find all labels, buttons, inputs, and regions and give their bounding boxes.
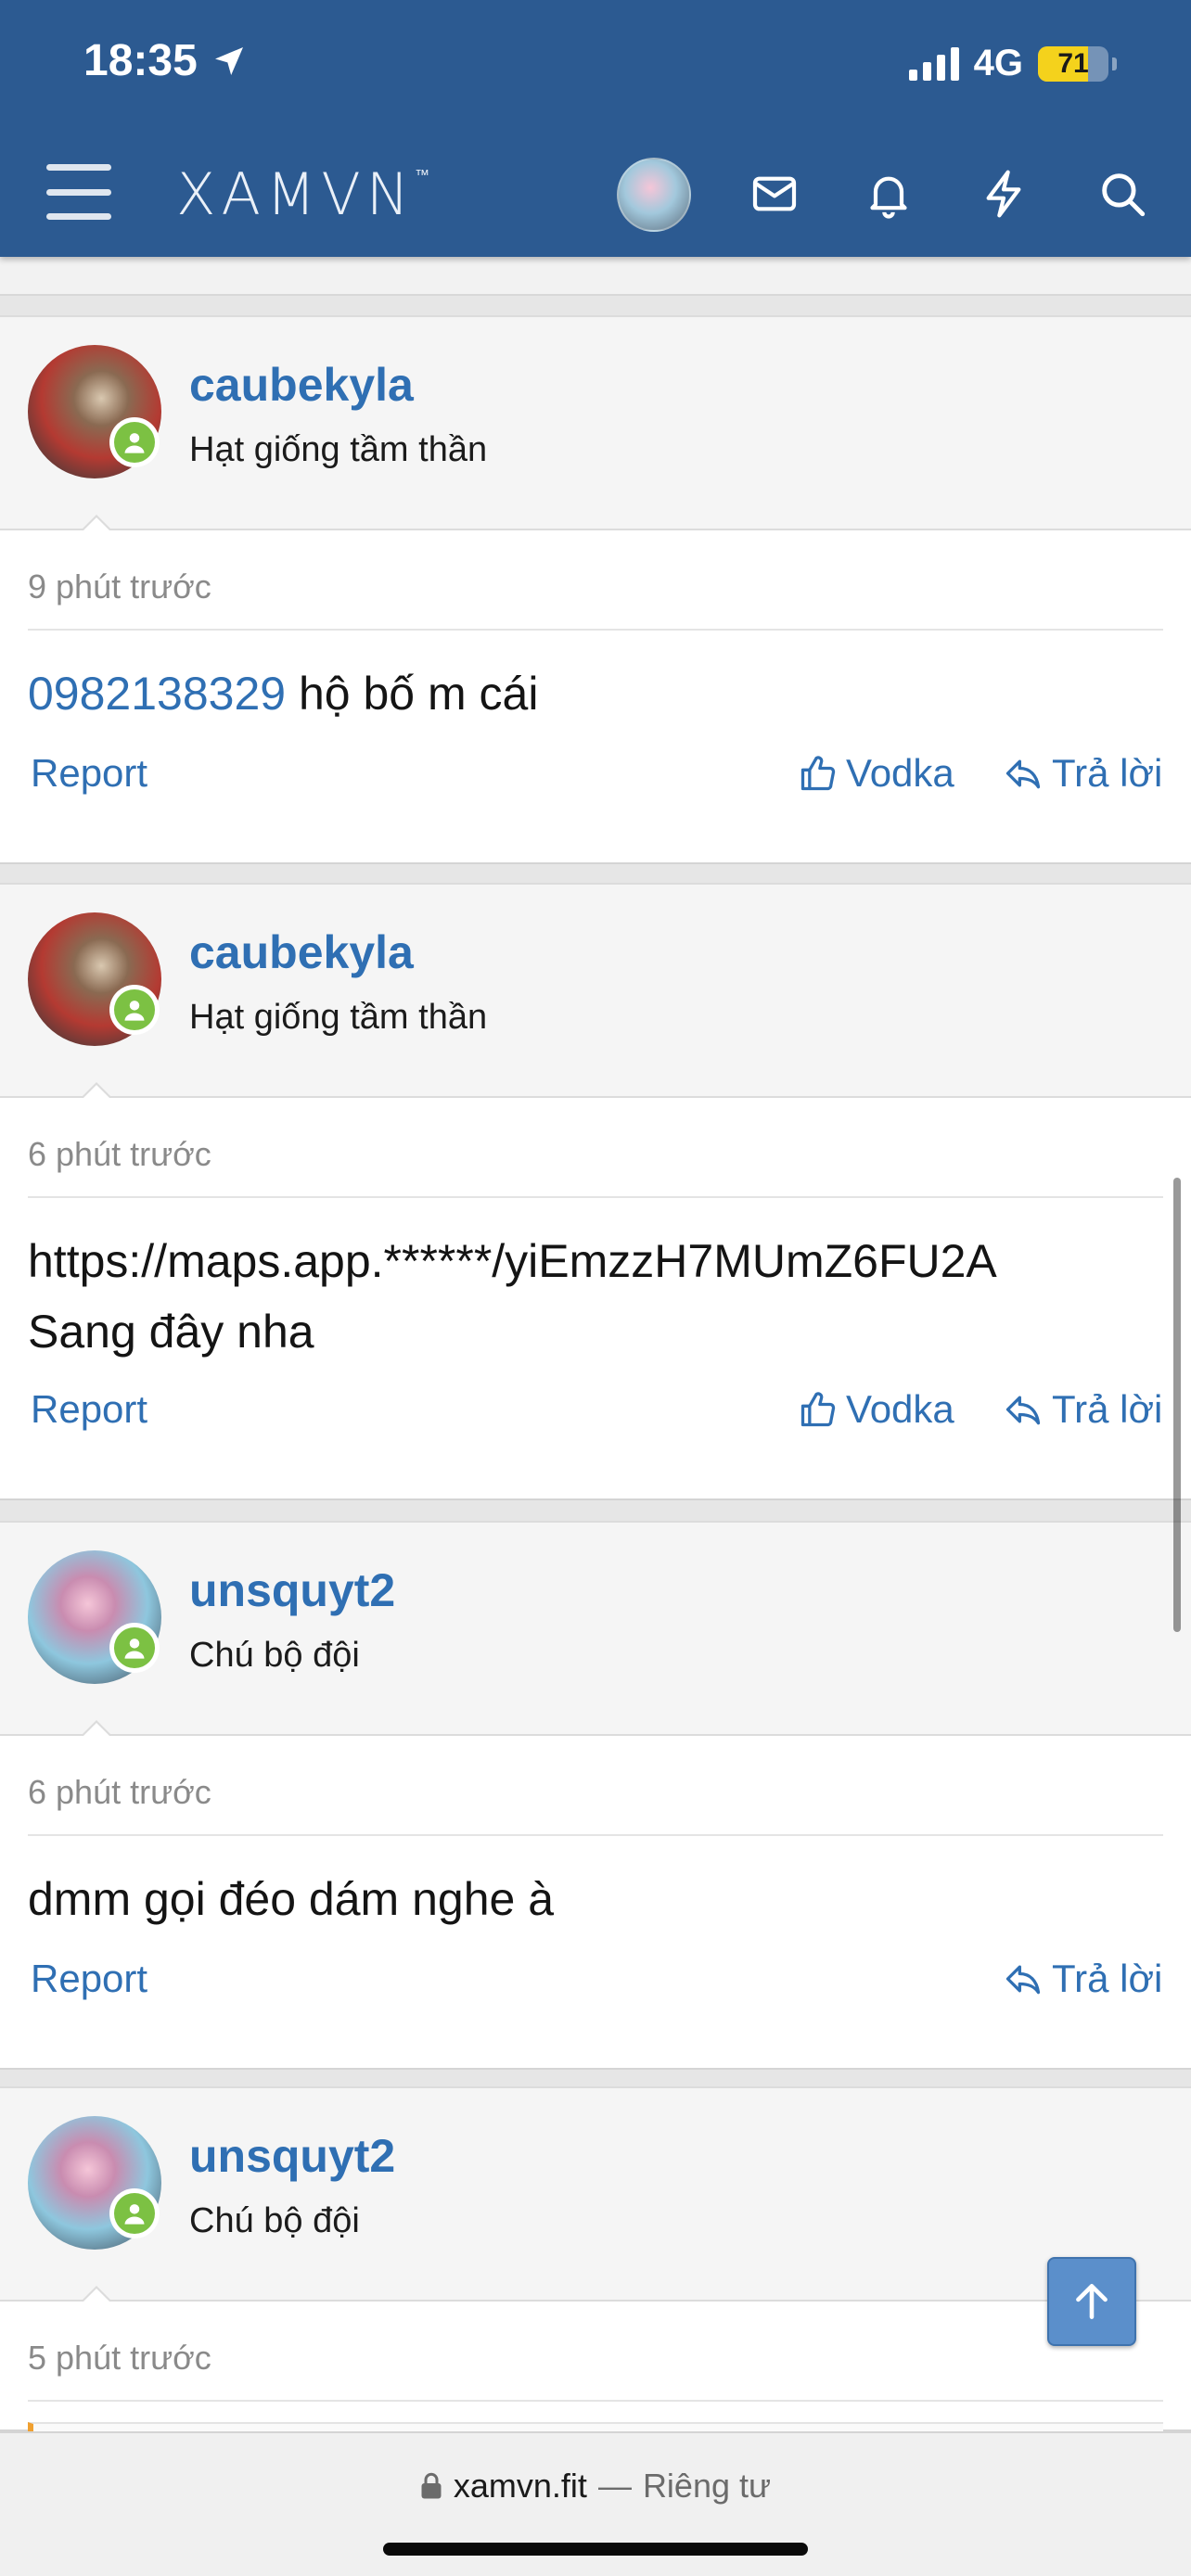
online-indicator xyxy=(109,1623,160,1673)
reply-button[interactable]: Trả lời xyxy=(1002,751,1162,796)
home-indicator[interactable] xyxy=(383,2543,808,2556)
user-icon xyxy=(124,433,145,453)
previous-post-edge xyxy=(0,257,1191,296)
nav-bar: XAMVN™ xyxy=(0,153,1191,236)
post-body: 9 phút trước 0982138329 hộ bố m cái Repo… xyxy=(0,530,1191,864)
search-icon[interactable] xyxy=(1093,164,1152,223)
report-button[interactable]: Report xyxy=(31,1387,147,1432)
status-time: 18:35 xyxy=(83,35,248,86)
reply-label: Trả lời xyxy=(1052,1957,1163,2000)
post-body: 5 phút trước xyxy=(0,2302,1191,2431)
inbox-icon[interactable] xyxy=(745,164,804,223)
reply-button[interactable]: Trả lời xyxy=(1002,1957,1162,2001)
app-header: 18:35 4G 71 XAMVN™ xyxy=(0,0,1191,257)
post-author-header: unsquyt2 Chú bộ đội xyxy=(0,1521,1191,1745)
post-body: 6 phút trước https://maps.app.******/yiE… xyxy=(0,1098,1191,1500)
browser-bottom-bar: xamvn.fit — Riêng tư xyxy=(0,2431,1191,2576)
arrow-up-icon xyxy=(1076,2284,1108,2319)
online-indicator xyxy=(109,417,160,467)
online-indicator xyxy=(109,2188,160,2238)
like-button[interactable]: Vodka xyxy=(798,1387,954,1432)
user-icon xyxy=(124,1639,145,1659)
like-label: Vodka xyxy=(846,751,954,795)
user-icon xyxy=(124,1001,145,1021)
thumbs-up-icon xyxy=(800,1392,836,1427)
menu-icon[interactable] xyxy=(46,164,111,220)
reply-button[interactable]: Trả lời xyxy=(1002,1387,1162,1432)
author-title: Chú bộ đội xyxy=(189,1636,360,1675)
lightning-icon[interactable] xyxy=(974,164,1033,223)
status-indicators: 4G 71 xyxy=(908,43,1117,84)
phone-link[interactable]: 0982138329 xyxy=(28,668,286,720)
post-content: dmm gọi đéo dám nghe à xyxy=(28,1864,554,1934)
like-button[interactable]: Vodka xyxy=(798,751,954,796)
scrollbar[interactable] xyxy=(1173,1178,1181,1632)
post-timestamp[interactable]: 6 phút trước xyxy=(28,1135,211,1174)
account-avatar[interactable] xyxy=(617,158,691,232)
user-icon xyxy=(124,2204,145,2225)
reply-icon xyxy=(1005,759,1041,789)
post-actions: Report Vodka Trả lời xyxy=(0,1387,1191,1443)
site-logo[interactable]: XAMVN™ xyxy=(176,160,429,228)
url-domain: xamvn.fit xyxy=(453,2467,587,2505)
post-timestamp[interactable]: 6 phút trước xyxy=(28,1773,211,1812)
reply-icon xyxy=(1005,1396,1041,1425)
logo-text: XAMVN xyxy=(176,160,416,228)
post-author-header: caubekyla Hạt giống tầm thần xyxy=(0,315,1191,540)
author-username[interactable]: caubekyla xyxy=(189,358,414,412)
reply-icon xyxy=(1005,1965,1041,1995)
url-separator: — xyxy=(597,2467,632,2505)
post-timestamp[interactable]: 5 phút trước xyxy=(28,2339,211,2378)
divider xyxy=(28,1196,1163,1198)
online-indicator xyxy=(109,985,160,1035)
post-actions: Report Trả lời xyxy=(0,1957,1191,2012)
lock-icon xyxy=(421,2472,442,2499)
address-bar[interactable]: xamvn.fit — Riêng tư xyxy=(0,2467,1191,2506)
location-arrow-icon xyxy=(214,46,243,75)
post-content-line: https://maps.app.******/yiEmzzH7MUmZ6FU2… xyxy=(28,1235,997,1287)
author-title: Hạt giống tầm thần xyxy=(189,998,488,1037)
post-content-line: hộ bố m cái xyxy=(286,668,539,720)
scroll-to-top-button[interactable] xyxy=(1047,2257,1136,2346)
thumbs-up-icon xyxy=(800,756,836,791)
status-time-text: 18:35 xyxy=(83,36,198,85)
logo-trademark: ™ xyxy=(415,166,430,184)
reply-label: Trả lời xyxy=(1052,1387,1163,1431)
quote-block-edge xyxy=(28,2422,1163,2431)
post-content-line: dmm gọi đéo dám nghe à xyxy=(28,1873,555,1925)
cellular-signal-icon xyxy=(908,46,959,81)
post-content: 0982138329 hộ bố m cái xyxy=(28,658,538,729)
post-content: https://maps.app.******/yiEmzzH7MUmZ6FU2… xyxy=(28,1226,997,1367)
bell-icon[interactable] xyxy=(859,164,918,223)
battery-nub xyxy=(1112,57,1117,70)
author-title: Chú bộ đội xyxy=(189,2201,360,2240)
author-username[interactable]: unsquyt2 xyxy=(189,1563,395,1617)
privacy-label: Riêng tư xyxy=(642,2467,772,2505)
battery-percent: 71 xyxy=(1057,47,1089,79)
network-type: 4G xyxy=(973,43,1023,83)
post-timestamp[interactable]: 9 phút trước xyxy=(28,567,211,606)
post-actions: Report Vodka Trả lời xyxy=(0,751,1191,807)
author-username[interactable]: caubekyla xyxy=(189,925,414,979)
author-username[interactable]: unsquyt2 xyxy=(189,2129,395,2183)
reply-label: Trả lời xyxy=(1052,751,1163,795)
like-label: Vodka xyxy=(846,1387,954,1431)
post-content-line: Sang đây nha xyxy=(28,1306,314,1358)
divider xyxy=(28,1834,1163,1836)
divider xyxy=(28,629,1163,631)
post-author-header: caubekyla Hạt giống tầm thần xyxy=(0,883,1191,1107)
author-title: Hạt giống tầm thần xyxy=(189,430,488,469)
post-author-header: unsquyt2 Chú bộ đội xyxy=(0,2086,1191,2311)
post-body: 6 phút trước dmm gọi đéo dám nghe à Repo… xyxy=(0,1736,1191,2070)
report-button[interactable]: Report xyxy=(31,1957,147,2001)
divider xyxy=(28,2400,1163,2402)
report-button[interactable]: Report xyxy=(31,751,147,796)
battery-icon: 71 xyxy=(1038,45,1108,82)
